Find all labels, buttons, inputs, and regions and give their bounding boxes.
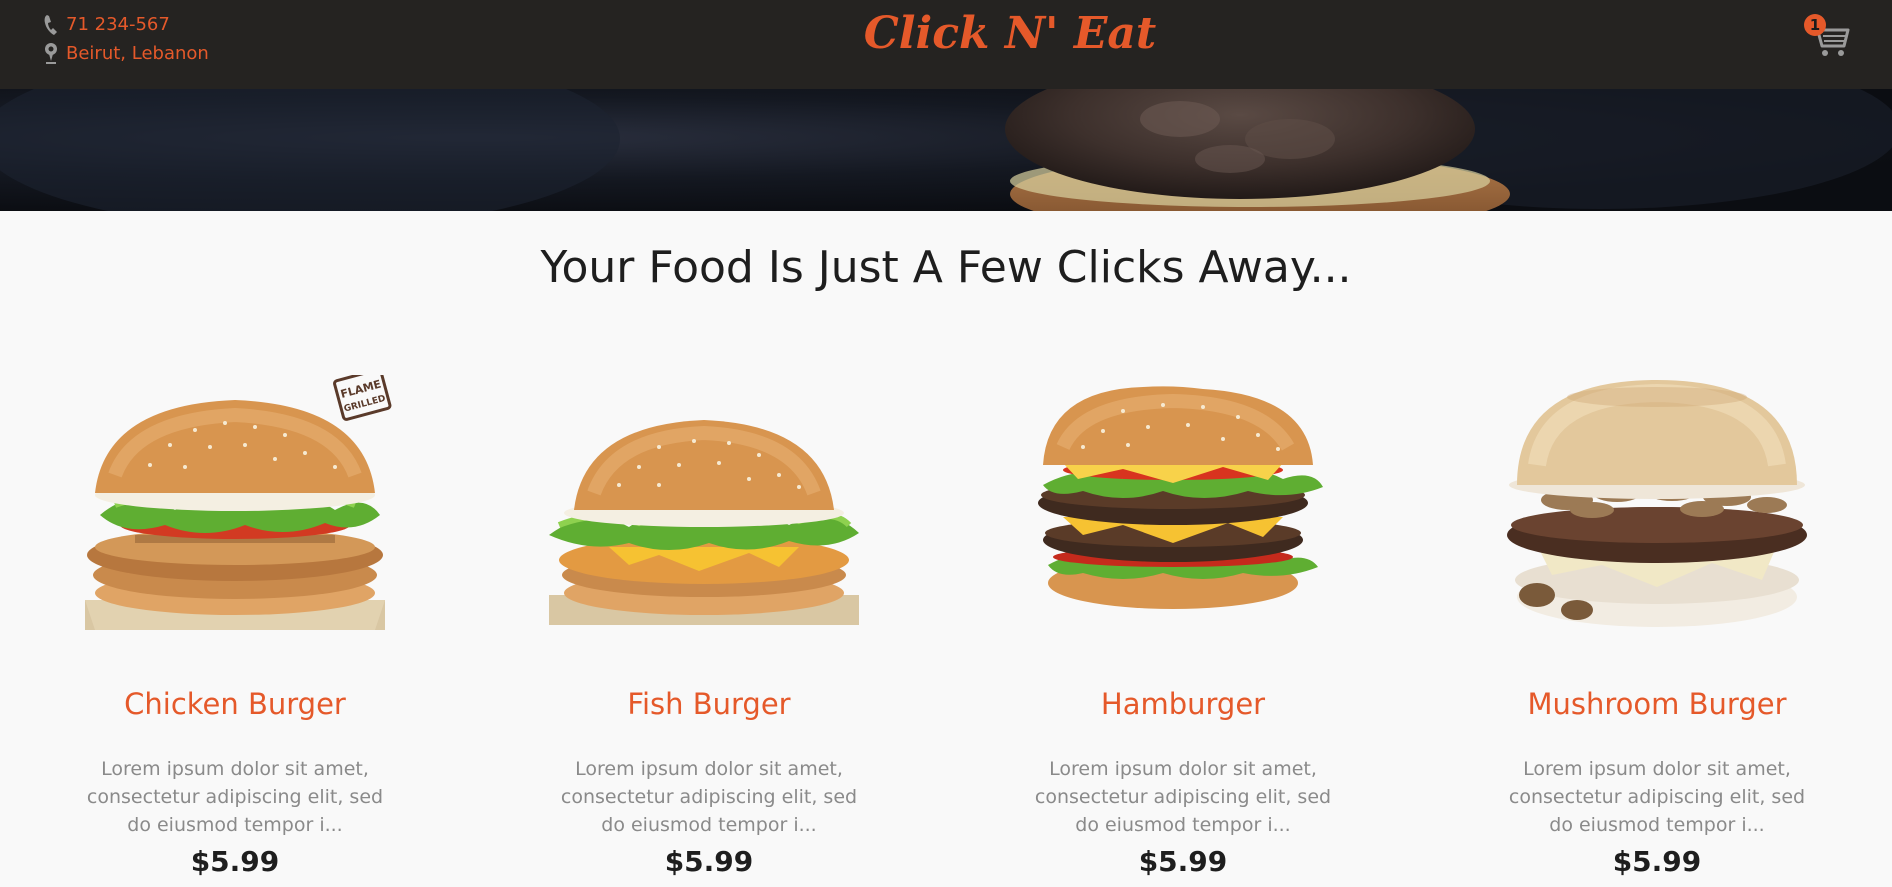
- product-price: $5.99: [190, 845, 280, 878]
- flame-grilled-badge: FLAME GRILLED: [333, 375, 392, 421]
- product-price: $5.99: [1612, 845, 1702, 878]
- product-description: Lorem ipsum dolor sit amet, consectetur …: [560, 758, 858, 836]
- mushroom-burger-image[interactable]: [1497, 375, 1817, 650]
- product-price: $5.99: [664, 845, 754, 878]
- product-price: $5.99: [1138, 845, 1228, 878]
- hamburger-image[interactable]: [1023, 375, 1343, 650]
- cart-count-badge: 1: [1804, 14, 1826, 36]
- page-headline: Your Food Is Just A Few Clicks Away...: [540, 242, 1352, 293]
- product-name[interactable]: Chicken Burger: [0, 687, 470, 721]
- product-card-fish-burger[interactable]: Fish Burger Lorem ipsum dolor sit amet, …: [474, 375, 944, 887]
- hero-burger-image: [0, 89, 1892, 211]
- product-name[interactable]: Mushroom Burger: [1422, 687, 1892, 721]
- product-description: Lorem ipsum dolor sit amet, consectetur …: [1508, 758, 1806, 836]
- hero-banner: [0, 89, 1892, 211]
- cart-button[interactable]: 1: [1804, 12, 1854, 62]
- product-card-hamburger[interactable]: Hamburger Lorem ipsum dolor sit amet, co…: [948, 375, 1418, 887]
- product-card-chicken-burger[interactable]: FLAME GRILLED Chicken Burger Lorem ipsum…: [0, 375, 470, 887]
- product-card-mushroom-burger[interactable]: Mushroom Burger Lorem ipsum dolor sit am…: [1422, 375, 1892, 887]
- chicken-burger-image[interactable]: FLAME GRILLED: [75, 375, 395, 650]
- product-name[interactable]: Hamburger: [948, 687, 1418, 721]
- fish-burger-image[interactable]: [549, 375, 869, 650]
- product-name[interactable]: Fish Burger: [474, 687, 944, 721]
- product-description: Lorem ipsum dolor sit amet, consectetur …: [86, 758, 384, 836]
- brand-logo[interactable]: Click N' Eat: [0, 8, 1892, 59]
- top-bar: 71 234-567 Beirut, Lebanon Click N' Eat …: [0, 0, 1892, 89]
- product-description: Lorem ipsum dolor sit amet, consectetur …: [1034, 758, 1332, 836]
